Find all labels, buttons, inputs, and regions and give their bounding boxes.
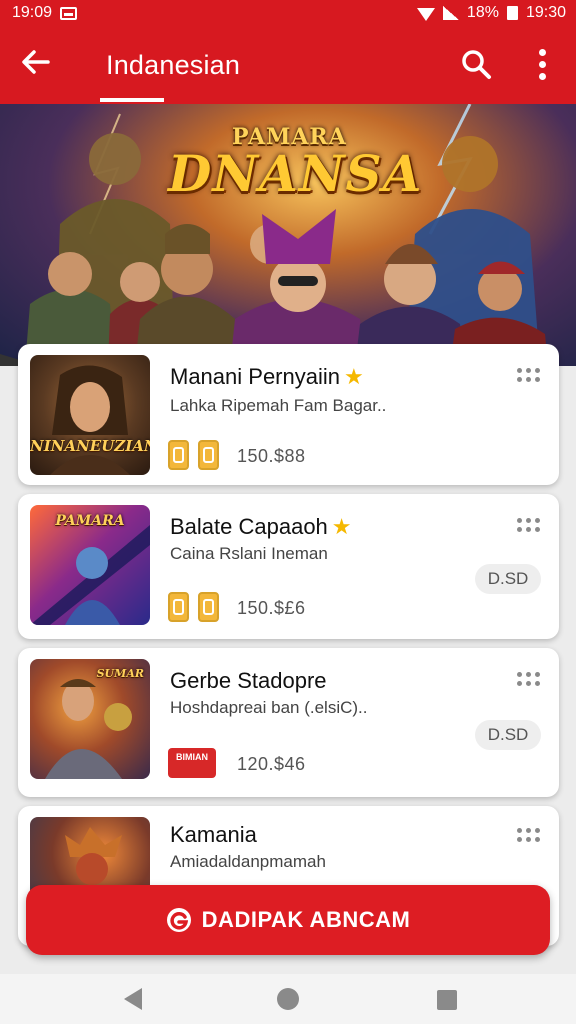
game-title: Balate Capaaoh ★ bbox=[170, 514, 352, 540]
game-subtitle: Amiadaldanpmamah bbox=[170, 852, 326, 871]
status-pill[interactable]: D.SD bbox=[475, 720, 541, 750]
game-price: 150.$£6 bbox=[237, 598, 306, 618]
game-card[interactable]: NINANEUZIAN Manani Pernyaiin ★ Lahka Ripe… bbox=[18, 344, 559, 485]
title-underline bbox=[100, 98, 164, 102]
card-menu-icon[interactable] bbox=[517, 368, 545, 386]
game-price: 150.$88 bbox=[237, 446, 306, 466]
game-title: Gerbe Stadopre bbox=[170, 668, 327, 693]
more-vert-icon-dot bbox=[538, 60, 546, 68]
hero-banner[interactable]: PAMARA DNANSA bbox=[0, 104, 576, 366]
game-subtitle: Hoshdapreai ban (.elsiC).. bbox=[170, 698, 368, 717]
game-thumbnail: NINANEUZIAN bbox=[30, 355, 150, 475]
primary-action-label: DADIPAK ABNCAM bbox=[201, 907, 411, 932]
nav-back-icon[interactable] bbox=[124, 988, 142, 1010]
battery-icon bbox=[506, 6, 518, 20]
star-icon: ★ bbox=[343, 364, 364, 389]
publisher-badge: BIMIAN bbox=[168, 748, 216, 778]
status-bar: 19:09 18% 19:30 bbox=[0, 0, 576, 26]
game-thumbnail: PAMARA bbox=[30, 505, 150, 625]
thumbnail-label: PAMARA bbox=[55, 513, 125, 529]
thumbnail-label: SUMAR bbox=[96, 667, 144, 680]
card-menu-icon[interactable] bbox=[517, 518, 545, 536]
system-nav-bar bbox=[0, 974, 576, 1024]
nav-recents-icon[interactable] bbox=[437, 990, 457, 1010]
game-card[interactable]: PAMARA Balate Capaaoh ★ Caina Rslani Inem… bbox=[18, 494, 559, 639]
status-pill[interactable]: D.SD bbox=[475, 564, 541, 594]
nav-home-icon[interactable] bbox=[277, 988, 299, 1010]
card-menu-icon[interactable] bbox=[517, 828, 545, 846]
device-badge-icon bbox=[198, 592, 219, 622]
search-button[interactable] bbox=[458, 46, 494, 82]
page-title: Indanesian bbox=[106, 50, 241, 80]
star-icon: ★ bbox=[331, 514, 352, 539]
card-menu-icon[interactable] bbox=[517, 672, 545, 690]
back-button[interactable] bbox=[18, 44, 54, 80]
notification-icon bbox=[60, 6, 78, 20]
game-thumbnail: SUMAR bbox=[30, 659, 150, 779]
status-time-right: 19:30 bbox=[525, 4, 566, 21]
wifi-icon bbox=[416, 7, 435, 21]
game-title-text: Manani Pernyaiin bbox=[170, 364, 340, 389]
more-vert-icon-dot bbox=[538, 72, 546, 80]
thumbnail-label: NINANEUZIAN bbox=[30, 437, 150, 455]
battery-percent: 18% bbox=[466, 4, 499, 21]
banner-title: DNANSA bbox=[168, 144, 423, 203]
search-icon bbox=[462, 50, 491, 79]
thumbnail-art bbox=[50, 365, 130, 475]
device-badge-icon bbox=[168, 440, 189, 470]
arrow-back-icon bbox=[22, 50, 50, 74]
app-bar: Indanesian bbox=[0, 26, 576, 104]
game-price: 120.$46 bbox=[237, 754, 306, 774]
device-badge-icon bbox=[198, 440, 219, 470]
refresh-g-icon bbox=[166, 908, 191, 932]
device-badge-icon bbox=[168, 592, 189, 622]
signal-icon bbox=[442, 6, 459, 20]
game-title-text: Balate Capaaoh bbox=[170, 514, 328, 539]
game-card[interactable]: SUMAR Gerbe Stadopre Hoshdapreai ban (.e… bbox=[18, 648, 559, 797]
more-vert-icon-dot bbox=[538, 48, 546, 56]
status-time-left: 19:09 bbox=[12, 4, 53, 21]
game-subtitle: Lahka Ripemah Fam Bagar.. bbox=[170, 396, 387, 415]
game-subtitle: Caina Rslani Ineman bbox=[170, 544, 328, 563]
primary-action-button[interactable]: DADIPAK ABNCAM bbox=[26, 885, 550, 955]
game-title: Manani Pernyaiin ★ bbox=[170, 364, 364, 390]
more-options-button[interactable] bbox=[528, 46, 556, 82]
game-title: Kamania bbox=[170, 822, 257, 847]
